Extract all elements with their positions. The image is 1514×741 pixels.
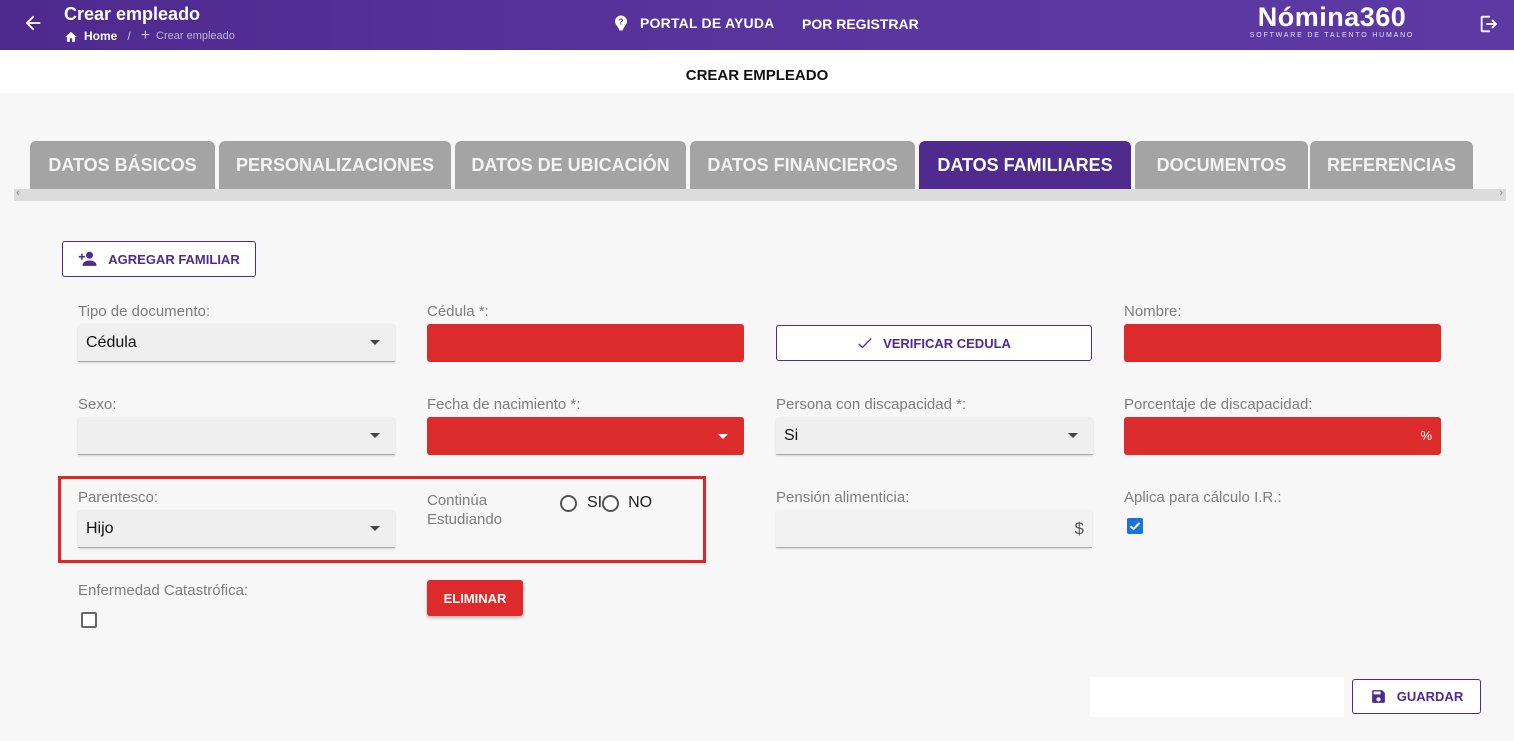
sex-label: Sexo: [78,396,117,413]
save-button[interactable]: GUARDAR [1352,679,1481,714]
cedula-label: Cédula *: [427,303,489,320]
income-tax-checkbox[interactable] [1127,518,1143,534]
radio-yes[interactable] [560,494,577,512]
save-icon [1371,690,1385,703]
document-type-select[interactable]: Cédula [78,324,395,362]
tab-datos-ubicacion[interactable]: DATOS DE UBICACIÓN [455,141,686,189]
breadcrumb-home-label: Home [84,29,118,43]
chevron-down-icon [370,433,380,438]
still-studying-label: Continúa Estudiando [427,491,502,529]
tab-datos-financieros[interactable]: DATOS FINANCIEROS [690,141,915,189]
tab-referencias[interactable]: REFERENCIAS [1310,141,1473,189]
check-icon [1129,522,1141,531]
breadcrumb-current: Crear empleado [156,30,235,42]
logout-icon[interactable] [1478,13,1500,35]
logo-tagline: SOFTWARE DE TALENTO HUMANO [1249,32,1415,39]
home-icon [65,31,77,42]
pending-register-link[interactable]: POR REGISTRAR [802,16,919,32]
help-icon: ? [615,15,627,31]
dollar-suffix: $ [1074,519,1084,538]
save-label: GUARDAR [1396,689,1464,704]
verify-cedula-button[interactable]: VERIFICAR CEDULA [776,325,1092,361]
percent-suffix: % [1420,428,1432,443]
catastrophic-illness-label: Enfermedad Catastrófica: [78,582,249,599]
alimony-label: Pensión alimenticia: [776,489,910,506]
relationship-value: Hijo [86,519,114,537]
radio-no-label: NO [628,494,653,511]
chevron-down-icon [370,340,380,345]
birthdate-select[interactable] [427,417,744,455]
relationship-select[interactable]: Hijo [78,510,395,548]
radio-yes-label: SI [587,494,603,511]
income-tax-label: Aplica para cálculo I.R.: [1124,489,1282,506]
relationship-label: Parentesco: [78,489,159,506]
page-title: CREAR EMPLEADO [685,67,829,84]
tab-datos-familiares[interactable]: DATOS FAMILIARES [919,141,1131,189]
arrow-back-icon[interactable] [22,12,44,34]
birthdate-label: Fecha de nacimiento *: [427,396,581,413]
tab-datos-basicos[interactable]: DATOS BÁSICOS [30,141,215,189]
scroll-left-icon[interactable]: ‹ [16,187,20,199]
logo-text: Nómina360 [1257,2,1407,32]
page-header: CREAR EMPLEADO [0,50,1514,93]
catastrophic-illness-checkbox[interactable] [81,612,97,628]
document-type-value: Cédula [86,333,137,351]
add-family-label: AGREGAR FAMILIAR [108,251,240,267]
breadcrumb-separator: / [127,29,131,43]
check-icon [858,338,872,349]
name-label: Nombre: [1124,303,1182,320]
disability-select[interactable]: Si [776,417,1093,455]
disability-value: Si [784,426,799,444]
still-studying-radio-group: SI NO [560,494,652,512]
disability-percent-label: Porcentaje de discapacidad: [1124,396,1313,413]
radio-no[interactable] [602,494,620,512]
disability-label: Persona con discapacidad *: [776,396,967,413]
help-portal-link[interactable]: ? PORTAL DE AYUDA [612,14,774,32]
cedula-input[interactable] [427,324,744,362]
chevron-down-icon [718,434,728,439]
breadcrumb-home[interactable]: Home [64,29,117,43]
verify-cedula-label: VERIFICAR CEDULA [883,335,1011,351]
plus-icon: + [140,27,151,44]
add-person-icon [79,251,97,266]
alimony-input[interactable]: $ [776,510,1092,548]
help-portal-label: PORTAL DE AYUDA [640,15,775,31]
still-studying-label-line1: Continúa [427,492,488,509]
add-family-button[interactable]: AGREGAR FAMILIAR [62,241,256,277]
nomina360-logo: Nómina360 SOFTWARE DE TALENTO HUMANO [1240,2,1424,39]
still-studying-label-line2: Estudiando [427,511,503,528]
tab-documentos[interactable]: DOCUMENTOS [1135,141,1308,189]
breadcrumb: Home / + Crear empleado [64,28,235,44]
disability-percent-input[interactable]: % [1124,417,1441,455]
delete-button[interactable]: ELIMINAR [427,580,523,616]
svg-text:?: ? [618,18,623,27]
scroll-right-icon[interactable]: › [1499,187,1503,199]
chevron-down-icon [370,526,380,531]
chevron-down-icon [1068,433,1078,438]
app-bar-title: Crear empleado [64,4,201,24]
tab-scrollbar[interactable]: ‹ › [14,187,1506,201]
footer-blank-area [1090,677,1344,717]
document-type-label: Tipo de documento: [78,303,211,320]
tab-personalizaciones[interactable]: PERSONALIZACIONES [219,141,451,189]
name-input[interactable] [1124,324,1441,362]
sex-select[interactable] [78,417,395,455]
top-app-bar: Crear empleado Home / + Crear empleado ?… [0,0,1514,50]
